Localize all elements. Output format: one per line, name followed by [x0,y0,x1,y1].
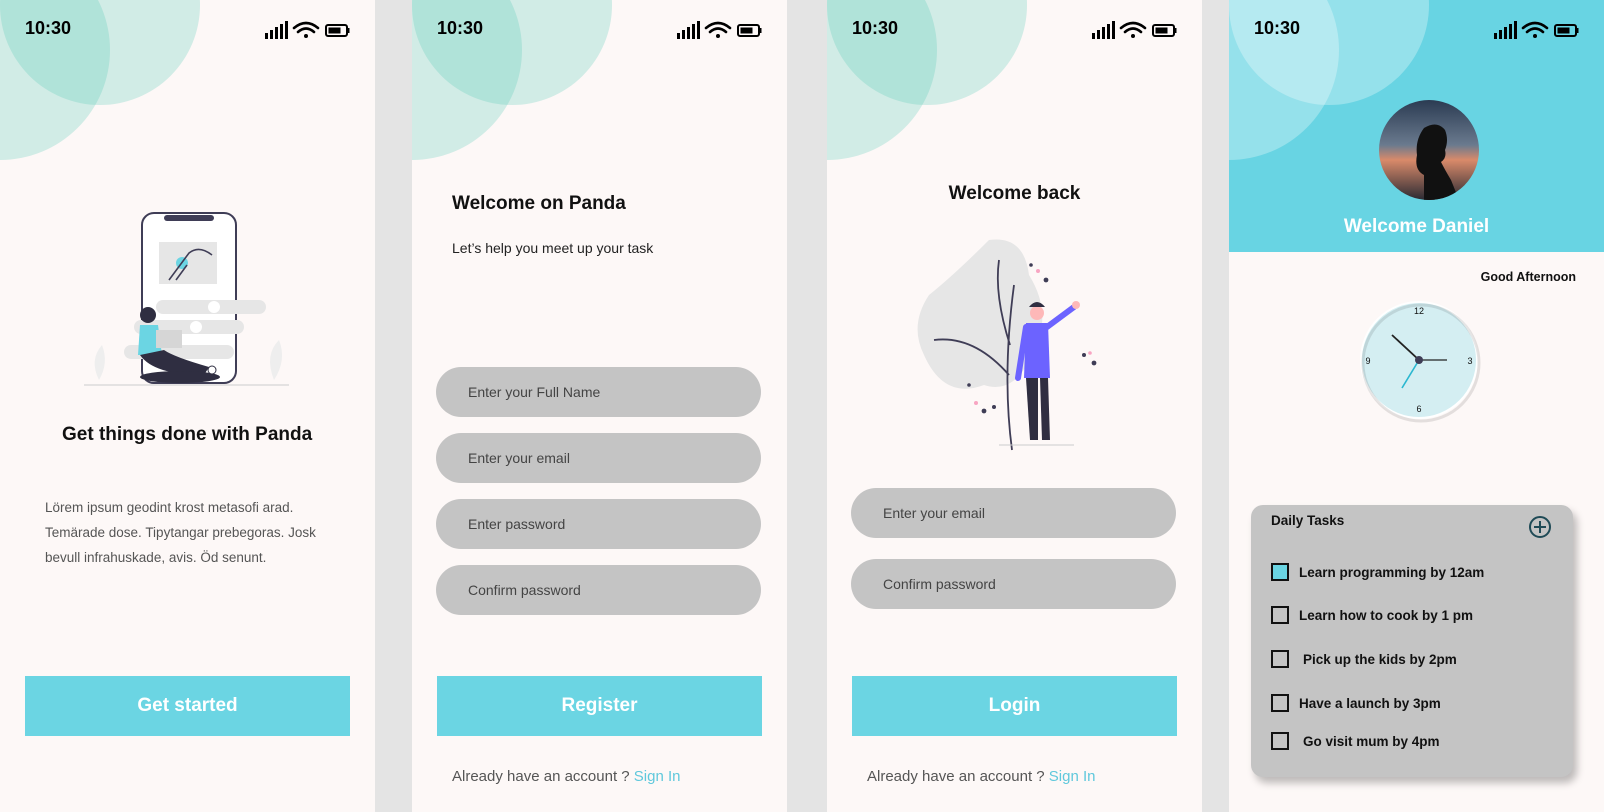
task-item: Go visit mum by 4pm [1271,732,1440,750]
wifi-icon [1119,21,1147,38]
signin-prompt: Already have an account ? Sign In [452,768,681,785]
clock-numeral-3: 3 [1467,356,1472,366]
sign-in-link[interactable]: Sign In [1049,768,1096,785]
full-name-field[interactable]: Enter your Full Name [436,367,761,417]
signin-prompt-text: Already have an account ? [867,768,1049,785]
welcome-heading: Welcome Daniel [1343,216,1490,237]
battery-icon [325,24,350,37]
battery-icon [1152,24,1177,37]
task-item: Have a launch by 3pm [1271,694,1441,712]
register-button[interactable]: Register [437,676,762,736]
greeting-text: Good Afternoon [1480,270,1576,284]
status-icons [1092,20,1177,45]
login-screen: 10:30 Welcome back Enter your email Conf… [827,0,1202,812]
clock-numeral-6: 6 [1416,404,1421,414]
register-screen: 10:30 Welcome on Panda Let’s help you me… [412,0,787,812]
register-title: Welcome on Panda [452,193,626,214]
signal-icon [677,21,700,39]
wifi-icon [704,21,732,38]
task-label: Have a launch by 3pm [1299,695,1441,711]
status-icons [265,20,350,45]
signal-icon [1494,21,1517,39]
status-bar: 10:30 [412,0,787,60]
onboarding-screen: 10:30 Get things done with Panda Lörem i… [0,0,375,812]
status-icons [677,20,762,45]
task-checkbox[interactable] [1271,650,1289,668]
dashboard-screen: 10:30 Welcome Daniel Good Afternoon 12 3… [1229,0,1604,812]
task-item: Learn how to cook by 1 pm [1271,606,1473,624]
status-time: 10:30 [1254,18,1301,38]
wifi-icon [292,21,320,38]
login-illustration [917,239,1097,451]
status-bar: 10:30 [1229,0,1604,60]
analog-clock: 12 3 6 9 [1360,301,1481,423]
signal-icon [265,21,288,39]
password-field[interactable]: Confirm password [851,559,1176,609]
status-time: 10:30 [852,18,899,38]
onboarding-illustration [84,212,289,386]
sign-in-link[interactable]: Sign In [634,768,681,785]
status-bar: 10:30 [0,0,375,60]
task-item: Pick up the kids by 2pm [1271,650,1457,668]
task-label: Learn how to cook by 1 pm [1299,607,1474,623]
login-button[interactable]: Login [852,676,1177,736]
email-field[interactable]: Enter your email [436,433,761,483]
task-checkbox[interactable] [1271,563,1289,581]
task-label: Learn programming by 12am [1299,564,1485,580]
signin-prompt-text: Already have an account ? [452,768,634,785]
get-started-button[interactable]: Get started [25,676,350,736]
battery-icon [1554,24,1579,37]
battery-icon [737,24,762,37]
clock-numeral-12: 12 [1414,306,1424,316]
onboarding-title: Get things done with Panda [62,424,313,445]
status-time: 10:30 [437,18,484,38]
wifi-icon [1521,21,1549,38]
clock-numeral-9: 9 [1365,356,1370,366]
signal-icon [1092,21,1115,39]
add-task-icon[interactable] [1528,515,1552,539]
task-label: Go visit mum by 4pm [1303,733,1440,749]
task-checkbox[interactable] [1271,694,1289,712]
avatar[interactable] [1379,100,1479,200]
task-item: Learn programming by 12am [1271,563,1484,581]
confirm-password-field[interactable]: Confirm password [436,565,761,615]
status-icons [1494,20,1579,45]
status-time: 10:30 [25,18,72,38]
signin-prompt: Already have an account ? Sign In [867,768,1096,785]
email-field[interactable]: Enter your email [851,488,1176,538]
login-title: Welcome back [948,183,1081,204]
status-bar: 10:30 [827,0,1202,60]
daily-tasks-card: Daily Tasks Learn programming by 12am Le… [1251,505,1573,777]
password-field[interactable]: Enter password [436,499,761,549]
task-checkbox[interactable] [1271,732,1289,750]
onboarding-body: Lörem ipsum geodint krost metasofi arad.… [45,500,316,565]
register-subtitle: Let’s help you meet up your task [452,240,654,256]
tasks-title: Daily Tasks [1271,513,1345,528]
task-label: Pick up the kids by 2pm [1303,651,1457,667]
task-checkbox[interactable] [1271,606,1289,624]
